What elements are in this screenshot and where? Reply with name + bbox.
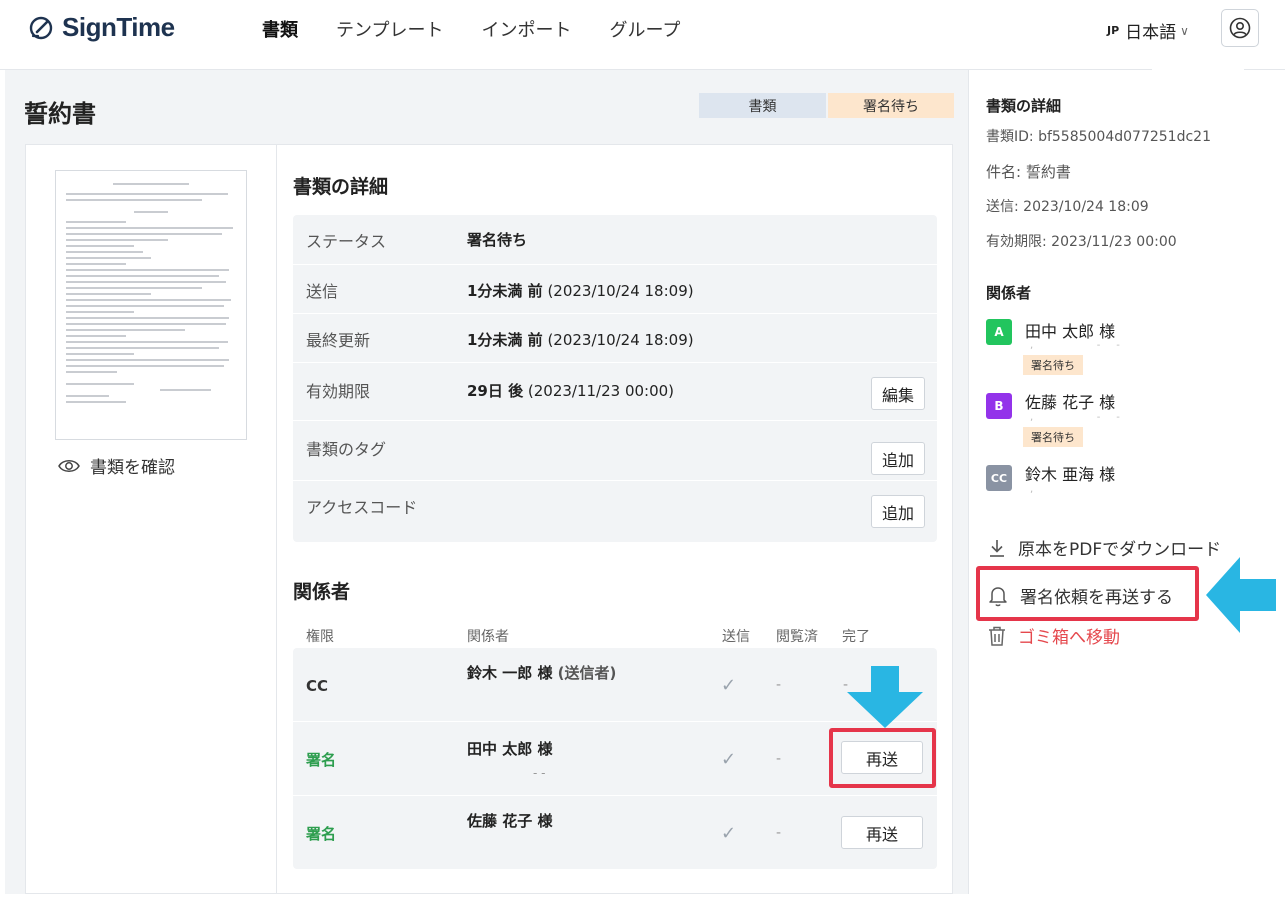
- detail-value: 1分未満 前 (2023/10/24 18:09): [467, 331, 694, 349]
- detail-row-expiry: 有効期限 29日 後 (2023/11/23 00:00) 編集: [293, 363, 937, 421]
- chevron-down-icon: ∨: [1180, 23, 1189, 38]
- sidebar-sent: 送信: 2023/10/24 18:09: [986, 199, 1149, 215]
- sidebar-doc-id: 書類ID: bf5585004d077251dc21: [986, 129, 1211, 145]
- doc-type-tag: 書類: [699, 93, 826, 118]
- nav-documents[interactable]: 書類: [262, 16, 298, 42]
- lang-label: 日本語: [1125, 23, 1177, 43]
- sidebar-subject: 件名: 誓約書: [986, 163, 1071, 181]
- sidebar-details-title: 書類の詳細: [986, 97, 1062, 115]
- detail-row-sent: 送信 1分未満 前 (2023/10/24 18:09): [293, 265, 937, 314]
- nav-templates[interactable]: テンプレート: [336, 16, 443, 42]
- detail-value: 署名待ち: [467, 231, 528, 249]
- app-header: SignTime 書類 テンプレート インポート グループ JP 日本語 ∨: [0, 0, 1285, 60]
- participant-name: 鈴木 一郎 様 (送信者): [467, 664, 617, 682]
- view-document-label: 書類を確認: [90, 458, 175, 478]
- sent-check-icon: ✓: [721, 749, 737, 770]
- language-selector[interactable]: JP 日本語 ∨: [1107, 18, 1189, 43]
- sidebar-participant-name: 鈴木 亜海 様: [1025, 465, 1116, 484]
- download-icon: [990, 539, 1004, 557]
- lang-code: JP: [1107, 24, 1120, 37]
- col-header-completed: 完了: [842, 629, 870, 645]
- highlight-resend-button: [829, 728, 936, 788]
- view-document-link[interactable]: 書類を確認: [58, 453, 175, 478]
- faint-dash: , - -: [1030, 412, 1120, 423]
- sent-check-icon: ✓: [721, 675, 737, 696]
- download-pdf-label: 原本をPDFでダウンロード: [1018, 540, 1222, 560]
- detail-value: 1分未満 前 (2023/10/24 18:09): [467, 282, 694, 300]
- participant-name: 田中 太郎 様: [467, 740, 553, 758]
- detail-label: 書類のタグ: [306, 440, 387, 459]
- detail-label: 有効期限: [306, 382, 371, 401]
- logo-text: SignTime: [62, 12, 175, 42]
- highlight-resend-request: [976, 566, 1199, 621]
- details-section-title: 書類の詳細: [293, 176, 389, 198]
- arrow-left-icon: [1206, 557, 1276, 633]
- avatar: A: [986, 319, 1012, 345]
- detail-value: 29日 後 (2023/11/23 00:00): [467, 382, 675, 400]
- faint-dash: ,: [1030, 484, 1034, 495]
- card-divider: [276, 144, 277, 894]
- edit-expiry-button[interactable]: 編集: [871, 377, 925, 410]
- arrow-down-icon: [847, 666, 923, 728]
- viewed-dash: -: [776, 751, 782, 767]
- trash-icon: [989, 626, 1005, 646]
- sidebar-participants-title: 関係者: [986, 284, 1032, 302]
- details-table: ステータス 署名待ち 送信 1分未満 前 (2023/10/24 18:09) …: [293, 215, 937, 542]
- user-icon: [1229, 17, 1251, 39]
- user-menu-button[interactable]: [1221, 9, 1259, 47]
- faint-dash: , - -: [1030, 340, 1120, 351]
- participant-role: CC: [306, 677, 329, 695]
- detail-row-status: ステータス 署名待ち: [293, 215, 937, 265]
- sidebar-tab-gap: [1152, 62, 1244, 72]
- detail-row-access-code: アクセスコード 追加: [293, 481, 937, 542]
- sidebar-divider: [968, 70, 969, 894]
- col-header-viewed: 閲覧済: [776, 629, 818, 645]
- detail-row-tags: 書類のタグ 追加: [293, 421, 937, 481]
- status-tag: 署名待ち: [828, 93, 954, 118]
- sidebar-participant-name: 佐藤 花子 様: [1025, 393, 1116, 412]
- move-to-trash-label: ゴミ箱へ移動: [1018, 628, 1120, 648]
- main-nav: 書類 テンプレート インポート グループ: [262, 16, 680, 42]
- page-title: 誓約書: [24, 100, 96, 128]
- nav-import[interactable]: インポート: [481, 16, 571, 42]
- signtime-logo[interactable]: SignTime: [28, 12, 175, 43]
- sidebar-expiry: 有効期限: 2023/11/23 00:00: [986, 234, 1177, 250]
- status-badge: 署名待ち: [1023, 427, 1083, 447]
- participant-row: CC 鈴木 一郎 様 (送信者) ✓ - -: [293, 648, 937, 722]
- status-badge: 署名待ち: [1023, 355, 1083, 375]
- viewed-dash: -: [776, 677, 782, 693]
- resend-button[interactable]: 再送: [841, 816, 923, 849]
- participant-row: 署名 佐藤 花子 様 ✓ - 再送: [293, 796, 937, 869]
- detail-label: ステータス: [306, 232, 387, 251]
- sidebar-participant-name: 田中 太郎 様: [1025, 322, 1116, 341]
- nav-groups[interactable]: グループ: [609, 16, 680, 42]
- participant-sub-dash: - -: [533, 766, 546, 780]
- add-access-code-button[interactable]: 追加: [871, 495, 925, 528]
- viewed-dash: -: [776, 825, 782, 841]
- col-header-role: 権限: [306, 629, 334, 645]
- participant-role: 署名: [306, 825, 337, 843]
- col-header-sent: 送信: [722, 629, 750, 645]
- participant-role: 署名: [306, 751, 337, 769]
- detail-label: 最終更新: [306, 331, 371, 350]
- avatar: CC: [986, 465, 1012, 491]
- detail-row-updated: 最終更新 1分未満 前 (2023/10/24 18:09): [293, 314, 937, 363]
- detail-label: 送信: [306, 282, 339, 301]
- avatar: B: [986, 393, 1012, 419]
- participant-name: 佐藤 花子 様: [467, 812, 553, 830]
- move-to-trash-link[interactable]: ゴミ箱へ移動: [988, 623, 1120, 648]
- add-tag-button[interactable]: 追加: [871, 442, 925, 475]
- detail-label: アクセスコード: [306, 498, 418, 517]
- eye-icon: [58, 459, 80, 472]
- document-thumbnail[interactable]: [55, 170, 247, 440]
- download-pdf-link[interactable]: 原本をPDFでダウンロード: [988, 535, 1221, 560]
- logo-pen-icon: [29, 16, 53, 39]
- sent-check-icon: ✓: [721, 823, 737, 844]
- col-header-participant: 関係者: [467, 629, 509, 645]
- participants-section-title: 関係者: [293, 581, 351, 603]
